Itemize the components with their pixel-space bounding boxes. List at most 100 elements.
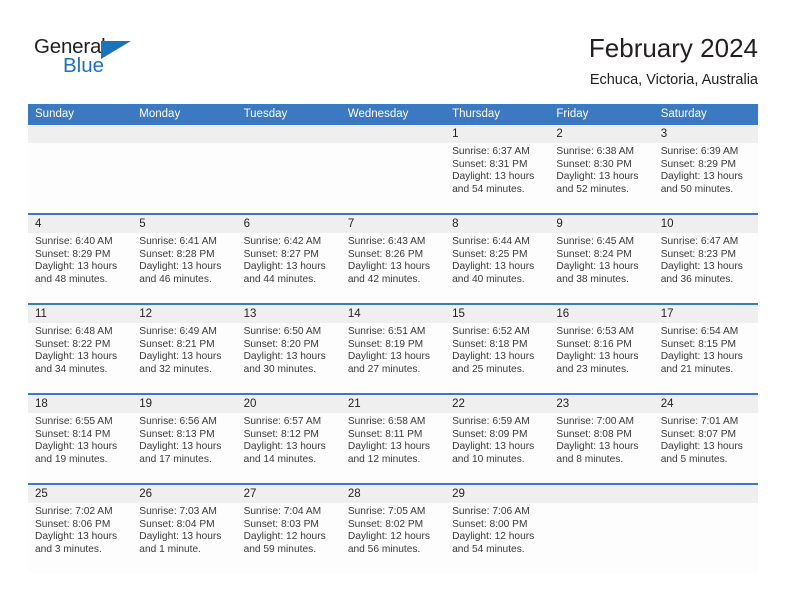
sunrise-text: Sunrise: 6:39 AM <box>660 146 739 157</box>
sunset-text: Sunset: 8:09 PM <box>452 428 528 440</box>
calendar-day-cell[interactable]: 9 Sunrise: 6:45 AM Sunset: 8:24 PM Daylight… <box>549 215 654 303</box>
calendar-day-cell-empty <box>549 485 654 573</box>
calendar-day-cell[interactable]: 21 Sunrise: 6:58 AM Sunset: 8:11 PM Dayligh… <box>340 395 446 483</box>
day-details: Sunrise: 6:47 AM Sunset: 8:23 PM Daylight:… <box>654 233 758 286</box>
calendar-day-cell[interactable]: 1 Sunrise: 6:37 AM Sunset: 8:31 PM Daylight… <box>445 125 550 213</box>
sunrise-text: Sunrise: 6:51 AM <box>347 326 426 337</box>
daylight-text-line1: Daylight: 13 hours <box>556 351 639 363</box>
daylight-text-line1: Daylight: 13 hours <box>660 351 743 363</box>
daylight-text-line1: Daylight: 13 hours <box>660 261 743 273</box>
calendar-day-cell[interactable]: 22 Sunrise: 6:59 AM Sunset: 8:09 PM Dayligh… <box>445 395 550 483</box>
calendar-day-cell[interactable]: 17 Sunrise: 6:54 AM Sunset: 8:15 PM Dayligh… <box>653 305 758 393</box>
calendar-day-cell[interactable]: 25 Sunrise: 7:02 AM Sunset: 8:06 PM Dayligh… <box>28 485 133 573</box>
logo-text-blue: Blue <box>63 54 105 77</box>
calendar-day-cell[interactable]: 24 Sunrise: 7:01 AM Sunset: 8:07 PM Dayligh… <box>653 395 758 483</box>
calendar-day-cell[interactable]: 19 Sunrise: 6:56 AM Sunset: 8:13 PM Dayligh… <box>132 395 237 483</box>
day-number <box>132 125 237 143</box>
sunset-text: Sunset: 8:00 PM <box>452 518 528 530</box>
calendar-week-row: 1 Sunrise: 6:37 AM Sunset: 8:31 PM Daylight… <box>28 125 758 213</box>
calendar-day-cell[interactable]: 26 Sunrise: 7:03 AM Sunset: 8:04 PM Dayligh… <box>132 485 237 573</box>
calendar-day-cell[interactable]: 8 Sunrise: 6:44 AM Sunset: 8:25 PM Daylight… <box>445 215 550 303</box>
day-details: Sunrise: 6:57 AM Sunset: 8:12 PM Daylight:… <box>237 413 341 466</box>
daylight-text-line2: and 32 minutes. <box>139 363 212 375</box>
daylight-text-line2: and 42 minutes. <box>347 273 421 285</box>
calendar-day-cell-empty <box>28 125 133 213</box>
day-details: Sunrise: 6:54 AM Sunset: 8:15 PM Daylight:… <box>654 323 758 376</box>
calendar-day-cell[interactable]: 14 Sunrise: 6:51 AM Sunset: 8:19 PM Dayligh… <box>340 305 446 393</box>
daylight-text-line1: Daylight: 12 hours <box>452 531 535 543</box>
calendar-week-cells: 18 Sunrise: 6:55 AM Sunset: 8:14 PM Dayligh… <box>28 395 758 483</box>
calendar-day-cell[interactable]: 13 Sunrise: 6:50 AM Sunset: 8:20 PM Dayligh… <box>236 305 341 393</box>
calendar-day-cell[interactable]: 18 Sunrise: 6:55 AM Sunset: 8:14 PM Dayligh… <box>28 395 133 483</box>
day-details: Sunrise: 6:56 AM Sunset: 8:13 PM Daylight:… <box>132 413 236 466</box>
day-number: 16 <box>549 305 654 323</box>
calendar-day-cell[interactable]: 12 Sunrise: 6:49 AM Sunset: 8:21 PM Dayligh… <box>132 305 237 393</box>
day-details: Sunrise: 6:44 AM Sunset: 8:25 PM Daylight:… <box>445 233 549 286</box>
daylight-text-line1: Daylight: 13 hours <box>243 441 326 453</box>
daylight-text-line1: Daylight: 13 hours <box>347 261 430 273</box>
day-details: Sunrise: 6:43 AM Sunset: 8:26 PM Daylight:… <box>341 233 445 286</box>
day-number: 5 <box>132 215 237 233</box>
sunrise-text: Sunrise: 7:00 AM <box>556 416 634 427</box>
daylight-text-line2: and 40 minutes. <box>452 273 525 285</box>
sunrise-text: Sunrise: 6:56 AM <box>139 416 217 427</box>
weekday-header-thursday: Thursday <box>452 108 501 120</box>
daylight-text-line2: and 1 minute. <box>139 543 202 555</box>
daylight-text-line2: and 14 minutes. <box>243 453 317 465</box>
calendar-day-cell[interactable]: 16 Sunrise: 6:53 AM Sunset: 8:16 PM Dayligh… <box>549 305 654 393</box>
calendar-day-cell[interactable]: 10 Sunrise: 6:47 AM Sunset: 8:23 PM Dayligh… <box>653 215 758 303</box>
day-number: 10 <box>653 215 758 233</box>
sunrise-text: Sunrise: 6:42 AM <box>243 236 322 247</box>
calendar-day-cell[interactable]: 15 Sunrise: 6:52 AM Sunset: 8:18 PM Dayligh… <box>445 305 550 393</box>
daylight-text-line1: Daylight: 13 hours <box>660 171 743 183</box>
day-details: Sunrise: 6:37 AM Sunset: 8:31 PM Daylight:… <box>445 143 549 196</box>
day-number: 13 <box>236 305 341 323</box>
sunset-text: Sunset: 8:30 PM <box>556 158 632 170</box>
day-number: 2 <box>549 125 654 143</box>
daylight-text-line2: and 50 minutes. <box>660 183 734 195</box>
daylight-text-line2: and 5 minutes. <box>660 453 728 465</box>
daylight-text-line1: Daylight: 12 hours <box>347 531 430 543</box>
calendar-day-cell[interactable]: 11 Sunrise: 6:48 AM Sunset: 8:22 PM Dayligh… <box>28 305 133 393</box>
daylight-text-line1: Daylight: 13 hours <box>35 351 118 363</box>
calendar-day-cell[interactable]: 4 Sunrise: 6:40 AM Sunset: 8:29 PM Daylight… <box>28 215 133 303</box>
calendar-day-cell[interactable]: 3 Sunrise: 6:39 AM Sunset: 8:29 PM Daylight… <box>653 125 758 213</box>
calendar-day-cell[interactable]: 7 Sunrise: 6:43 AM Sunset: 8:26 PM Daylight… <box>340 215 446 303</box>
daylight-text-line1: Daylight: 13 hours <box>139 531 222 543</box>
daylight-text-line2: and 25 minutes. <box>452 363 525 375</box>
calendar-day-cell[interactable]: 23 Sunrise: 7:00 AM Sunset: 8:08 PM Dayligh… <box>549 395 654 483</box>
day-number: 23 <box>549 395 654 413</box>
daylight-text-line2: and 46 minutes. <box>139 273 212 285</box>
calendar-weeks: 1 Sunrise: 6:37 AM Sunset: 8:31 PM Daylight… <box>28 125 758 573</box>
calendar-day-cell[interactable]: 20 Sunrise: 6:57 AM Sunset: 8:12 PM Dayligh… <box>236 395 341 483</box>
page-subtitle-location: Echuca, Victoria, Australia <box>589 72 758 88</box>
daylight-text-line1: Daylight: 12 hours <box>243 531 326 543</box>
calendar-day-cell[interactable]: 5 Sunrise: 6:41 AM Sunset: 8:28 PM Daylight… <box>132 215 237 303</box>
day-details: Sunrise: 6:42 AM Sunset: 8:27 PM Daylight:… <box>237 233 341 286</box>
sunrise-text: Sunrise: 6:59 AM <box>452 416 530 427</box>
sunrise-text: Sunrise: 7:02 AM <box>35 506 113 517</box>
day-details: Sunrise: 6:53 AM Sunset: 8:16 PM Daylight:… <box>549 323 653 376</box>
day-details: Sunrise: 6:59 AM Sunset: 8:09 PM Daylight:… <box>445 413 549 466</box>
calendar-day-cell[interactable]: 29 Sunrise: 7:06 AM Sunset: 8:00 PM Dayligh… <box>445 485 550 573</box>
sunrise-text: Sunrise: 6:37 AM <box>452 146 530 157</box>
day-number <box>340 125 446 143</box>
daylight-text-line1: Daylight: 13 hours <box>139 441 222 453</box>
sunrise-text: Sunrise: 6:57 AM <box>243 416 322 427</box>
calendar-day-cell[interactable]: 2 Sunrise: 6:38 AM Sunset: 8:30 PM Daylight… <box>549 125 654 213</box>
day-details: Sunrise: 6:55 AM Sunset: 8:14 PM Daylight:… <box>28 413 132 466</box>
sunset-text: Sunset: 8:04 PM <box>139 518 215 530</box>
daylight-text-line1: Daylight: 13 hours <box>35 531 118 543</box>
sunset-text: Sunset: 8:22 PM <box>35 338 111 350</box>
sunrise-text: Sunrise: 6:38 AM <box>556 146 634 157</box>
day-number: 24 <box>653 395 758 413</box>
calendar-day-cell[interactable]: 28 Sunrise: 7:05 AM Sunset: 8:02 PM Dayligh… <box>340 485 446 573</box>
sunrise-text: Sunrise: 6:48 AM <box>35 326 113 337</box>
day-number: 9 <box>549 215 654 233</box>
calendar-week-cells: 11 Sunrise: 6:48 AM Sunset: 8:22 PM Dayligh… <box>28 305 758 393</box>
daylight-text-line2: and 36 minutes. <box>660 273 734 285</box>
day-details: Sunrise: 7:03 AM Sunset: 8:04 PM Daylight:… <box>132 503 236 556</box>
calendar-day-cell[interactable]: 27 Sunrise: 7:04 AM Sunset: 8:03 PM Dayligh… <box>236 485 341 573</box>
calendar-day-cell[interactable]: 6 Sunrise: 6:42 AM Sunset: 8:27 PM Daylight… <box>236 215 341 303</box>
general-blue-logo[interactable]: General Blue <box>34 36 184 84</box>
